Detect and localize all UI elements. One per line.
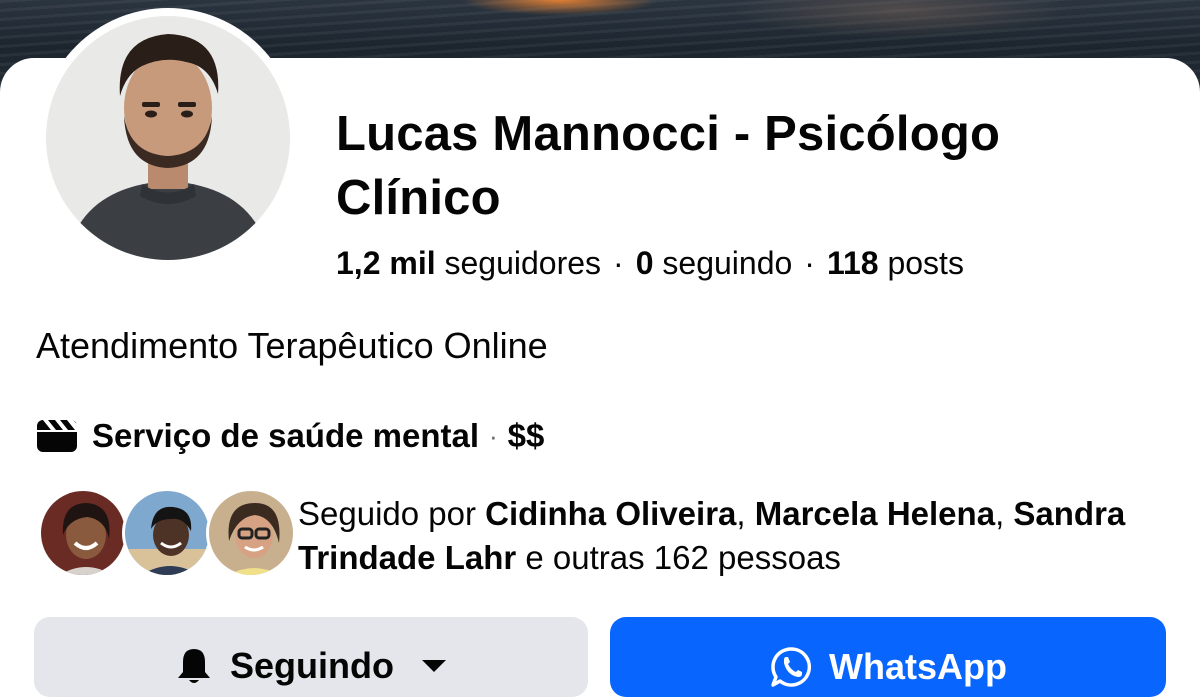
profile-stats: 1,2 mil seguidores · 0 seguindo · 118 posts — [336, 243, 964, 283]
profile-avatar[interactable] — [46, 16, 290, 260]
whatsapp-button-label: WhatsApp — [829, 646, 1007, 687]
followers-count-link[interactable]: 1,2 mil seguidores — [336, 245, 601, 281]
profile-category: Serviço de saúde mental · $$ — [36, 416, 544, 456]
category-label: Serviço de saúde mental — [92, 417, 479, 454]
name-separator: , — [736, 495, 746, 532]
caret-down-icon — [422, 660, 446, 672]
following-count: 0 — [635, 245, 654, 281]
following-button[interactable]: Seguindo — [34, 617, 588, 697]
follower-name[interactable]: Cidinha Oliveira — [485, 495, 736, 532]
followed-by-prefix: Seguido por — [298, 495, 476, 532]
posts-count-link[interactable]: 118 posts — [827, 245, 964, 281]
followed-by-text[interactable]: Seguido por Cidinha Oliveira, Marcela He… — [298, 492, 1178, 580]
following-button-label: Seguindo — [230, 645, 394, 686]
followers-label: seguidores — [444, 245, 602, 281]
follower-avatar[interactable] — [122, 488, 212, 578]
profile-bio: Atendimento Terapêutico Online — [36, 325, 548, 366]
clapperboard-icon — [36, 419, 78, 453]
followed-by-suffix: e outras 162 pessoas — [525, 539, 841, 576]
following-count-link[interactable]: 0 seguindo — [636, 245, 793, 281]
posts-label: posts — [887, 245, 964, 281]
bell-icon — [178, 649, 210, 683]
whatsapp-button[interactable]: WhatsApp — [610, 617, 1166, 697]
following-label: seguindo — [662, 245, 793, 281]
whatsapp-icon — [771, 647, 812, 687]
stats-separator: · — [613, 245, 624, 281]
name-separator: , — [995, 495, 1005, 532]
followers-count: 1,2 mil — [336, 245, 436, 281]
follower-name[interactable]: Marcela Helena — [755, 495, 995, 532]
posts-count: 118 — [826, 245, 879, 281]
profile-name: Lucas Mannocci - Psicólogo Clínico — [336, 107, 1001, 225]
follower-avatar[interactable] — [206, 488, 296, 578]
price-range: $$ — [507, 417, 545, 454]
stats-separator: · — [804, 245, 815, 281]
follower-avatar[interactable] — [38, 488, 128, 578]
category-separator: · — [489, 420, 498, 451]
